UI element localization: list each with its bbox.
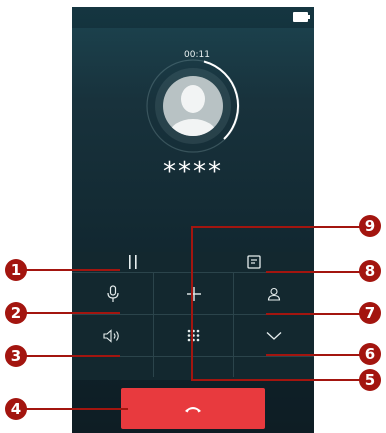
- end-call-button[interactable]: [121, 388, 265, 429]
- speaker-icon: [102, 328, 119, 343]
- battery-icon: [293, 12, 310, 22]
- callout-leader-8: [266, 271, 366, 273]
- callout-leader-9: [191, 226, 361, 228]
- notes-button[interactable]: [193, 252, 314, 272]
- callout-leader-5-vertical: [191, 260, 193, 381]
- callout-leader-7: [266, 313, 366, 315]
- callout-7: 7: [359, 302, 381, 324]
- contact-avatar-area: [144, 57, 242, 155]
- dialpad-button[interactable]: [154, 315, 233, 356]
- callout-leader-1: [24, 269, 120, 271]
- callout-leader-4: [24, 408, 128, 410]
- collapse-button[interactable]: [234, 315, 314, 356]
- callout-6: 6: [359, 343, 381, 365]
- contact-name: ****: [163, 157, 223, 187]
- contact-icon: [267, 287, 281, 301]
- callout-8: 8: [359, 260, 381, 282]
- pause-icon: [128, 255, 137, 269]
- avatar: [163, 76, 223, 136]
- callout-leader-9-vertical: [191, 226, 193, 260]
- mute-button[interactable]: [72, 273, 153, 314]
- callout-leader-6: [266, 354, 366, 356]
- callout-leader-5: [191, 379, 361, 381]
- callout-4: 4: [5, 398, 27, 420]
- speaker-button[interactable]: [72, 315, 153, 356]
- add-call-button[interactable]: [154, 273, 233, 314]
- callout-3: 3: [5, 345, 27, 367]
- status-bar: [72, 7, 314, 28]
- dialpad-icon: [187, 329, 200, 342]
- notes-icon: [246, 255, 261, 269]
- callout-1: 1: [5, 259, 27, 281]
- call-timer: 00:11: [184, 50, 210, 60]
- chevron-down-icon: [266, 331, 282, 340]
- plus-icon: [186, 286, 201, 301]
- callout-leader-2: [24, 312, 120, 314]
- callout-leader-3: [24, 355, 120, 357]
- phone-screen: 00:11 ****: [72, 7, 314, 433]
- end-call-icon: [185, 406, 201, 412]
- microphone-icon: [106, 284, 119, 302]
- callout-9: 9: [359, 215, 381, 237]
- callout-2: 2: [5, 302, 27, 324]
- callout-5: 5: [359, 369, 381, 391]
- contacts-button[interactable]: [234, 273, 314, 314]
